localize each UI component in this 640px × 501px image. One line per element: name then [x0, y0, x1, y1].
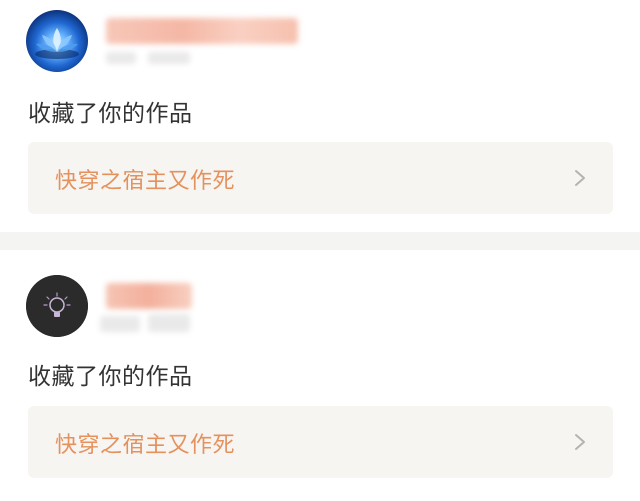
work-title-link[interactable]: 快穿之宿主又作死: [55, 163, 235, 195]
notification-card: 收藏了你的作品 快穿之宿主又作死: [0, 250, 640, 501]
work-title-link[interactable]: 快穿之宿主又作死: [55, 427, 235, 459]
notification-card: 收藏了你的作品 快穿之宿主又作死: [0, 0, 640, 232]
avatar[interactable]: [26, 10, 88, 72]
timestamp-redacted: [106, 52, 136, 64]
username-redacted: [106, 283, 192, 309]
timestamp-redacted: [100, 316, 140, 332]
chevron-right-icon: [575, 170, 585, 186]
notification-action-text: 收藏了你的作品: [28, 101, 193, 127]
section-divider: [0, 232, 640, 250]
work-link-card[interactable]: 快穿之宿主又作死: [28, 142, 613, 214]
lightbulb-avatar-icon: [26, 275, 88, 337]
avatar[interactable]: [26, 275, 88, 337]
chevron-right-icon: [575, 434, 585, 450]
notification-action-text: 收藏了你的作品: [28, 364, 193, 390]
notification-feed: 收藏了你的作品 快穿之宿主又作死 收藏了你的作品 快穿之宿主又作死: [0, 0, 640, 501]
timestamp-redacted: [148, 52, 190, 64]
work-link-card[interactable]: 快穿之宿主又作死: [28, 406, 613, 478]
username-redacted: [106, 18, 298, 44]
timestamp-redacted: [148, 314, 190, 332]
lotus-avatar-icon: [35, 28, 79, 59]
